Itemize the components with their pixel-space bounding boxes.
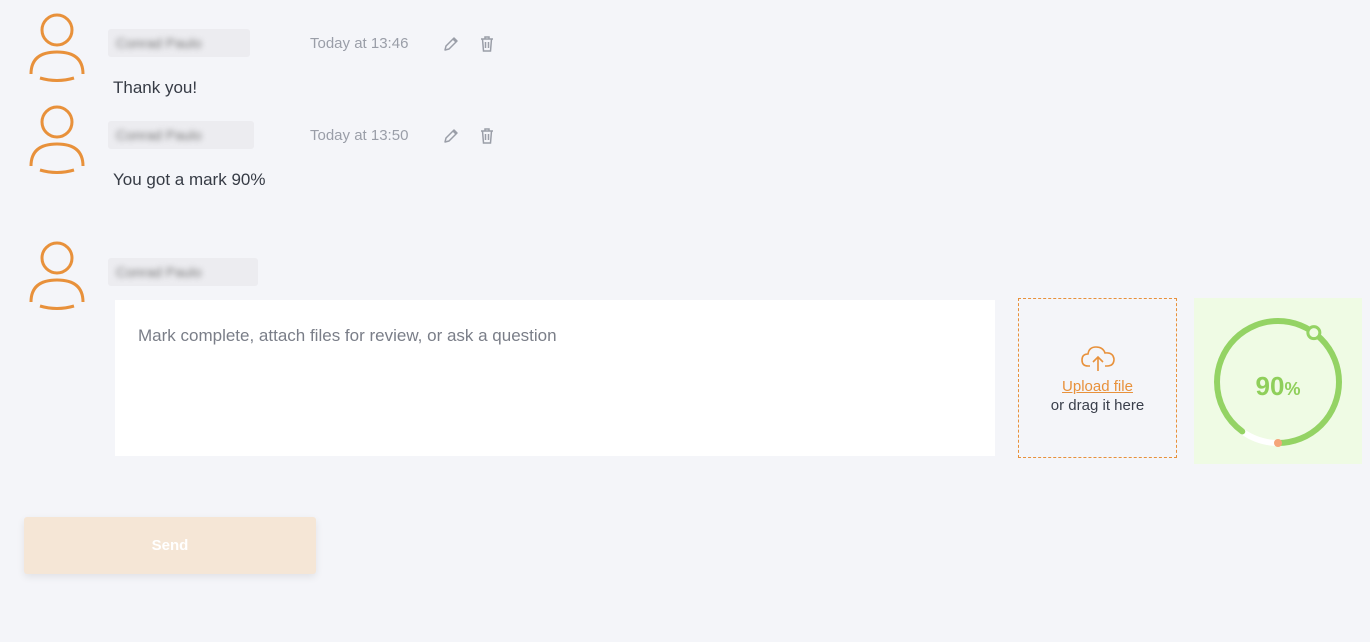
avatar	[28, 240, 86, 310]
message-text: Thank you!	[113, 78, 198, 97]
pencil-icon[interactable]	[441, 126, 461, 146]
progress-value: 90%	[1255, 370, 1301, 401]
avatar	[28, 104, 86, 174]
pencil-icon[interactable]	[441, 34, 461, 54]
avatar	[28, 12, 86, 82]
message-timestamp: Today at 13:46	[310, 35, 409, 52]
upload-file-link[interactable]: Upload file	[1062, 378, 1133, 395]
message-timestamp: Today at 13:50	[310, 127, 409, 144]
cloud-upload-icon	[1079, 342, 1117, 374]
send-button[interactable]: Send	[24, 517, 316, 574]
composer-author: Conrad Paulo	[108, 258, 258, 286]
message-input[interactable]	[115, 300, 995, 456]
progress-ring: 90%	[1194, 298, 1362, 464]
trash-icon[interactable]	[477, 126, 497, 146]
drag-hint: or drag it here	[1050, 397, 1145, 414]
message-author: Conrad Paulo	[108, 121, 254, 149]
message-text: You got a mark 90%	[113, 170, 266, 189]
message-author: Conrad Paulo	[108, 29, 250, 57]
file-dropzone[interactable]: Upload file or drag it here	[1018, 298, 1177, 458]
trash-icon[interactable]	[477, 34, 497, 54]
